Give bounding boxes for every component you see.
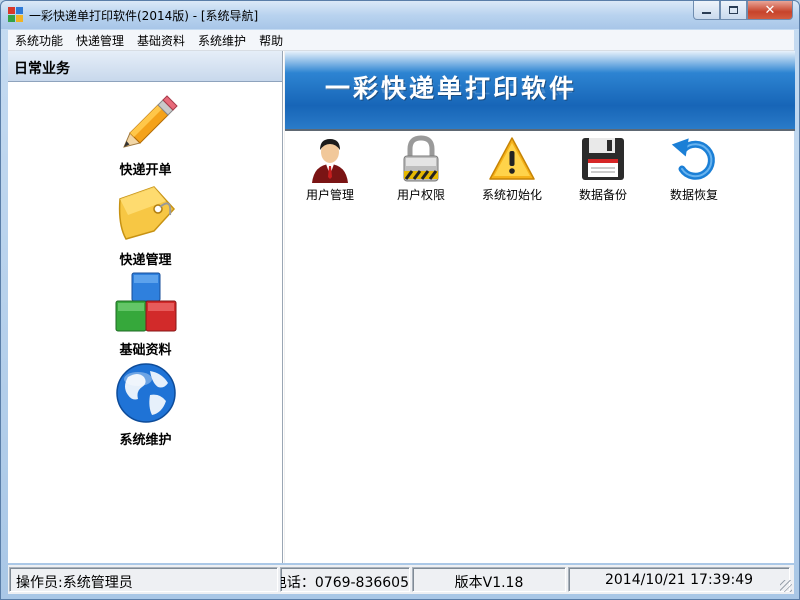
nav-item-label: 快递管理 (119, 253, 172, 268)
window-title: 一彩快递单打印软件(2014版) - [系统导航] (29, 9, 259, 23)
left-panel-header: 日常业务 (8, 51, 282, 82)
title-bar[interactable]: 一彩快递单打印软件(2014版) - [系统导航] ✕ (1, 1, 799, 29)
menu-bar: 系统功能 快递管理 基础资料 系统维护 帮助 (8, 30, 794, 51)
pencil-icon (123, 95, 178, 148)
status-bar: 操作员:系统管理员 电话：0769-836605 版本V1.18 2014/10… (8, 565, 794, 594)
menu-basic-data[interactable]: 基础资料 (130, 32, 191, 49)
tool-label: 数据恢复 (669, 188, 718, 202)
status-version: 版本V1.18 (412, 567, 566, 592)
menu-system-maintenance[interactable]: 系统维护 (191, 32, 252, 49)
close-button[interactable]: ✕ (747, 1, 793, 20)
warning-icon (489, 137, 535, 180)
minimize-button[interactable] (693, 1, 720, 20)
tool-label: 数据备份 (578, 188, 627, 202)
tool-label: 系统初始化 (481, 188, 542, 202)
left-nav-panel: 日常业务 快递开单 快递管理 基础资料 系统维护 (8, 51, 283, 563)
user-icon (312, 139, 348, 183)
minimize-icon (702, 12, 711, 14)
client-area: 日常业务 快递开单 快递管理 基础资料 系统维护 一彩快递单打印软件 一彩快递单… (8, 51, 795, 563)
maximize-button[interactable] (720, 1, 747, 20)
blocks-icon (115, 272, 177, 332)
tag-icon (118, 186, 176, 240)
nav-item-label: 快递开单 (119, 163, 172, 178)
menu-system-functions[interactable]: 系统功能 (8, 32, 69, 49)
app-window: 一彩快递单打印软件(2014版) - [系统导航] ✕ 系统功能 快递管理 基础… (0, 0, 800, 600)
resize-grip[interactable] (780, 580, 792, 592)
tool-label: 用户管理 (305, 188, 354, 202)
undo-arrow-icon (671, 138, 715, 180)
menu-help[interactable]: 帮助 (252, 32, 289, 49)
status-phone-text: 电话：0769-836605 (280, 575, 409, 591)
floppy-disk-icon (582, 138, 624, 180)
nav-item-label: 系统维护 (119, 433, 172, 448)
status-phone: 电话：0769-836605 (280, 567, 410, 592)
nav-item-label: 基础资料 (119, 343, 172, 358)
main-panel: 一彩快递单打印软件 一彩快递单打印软件 用户管理 用户权限 系统初始化 数据备份… (284, 51, 795, 563)
status-datetime: 2014/10/21 17:39:49 (568, 567, 790, 592)
app-logo-icon (8, 7, 24, 23)
tool-label: 用户权限 (396, 188, 445, 202)
close-icon: ✕ (764, 2, 776, 18)
menu-express-management[interactable]: 快递管理 (69, 32, 130, 49)
maximize-icon (729, 6, 738, 14)
banner: 一彩快递单打印软件 一彩快递单打印软件 (285, 51, 795, 131)
status-operator: 操作员:系统管理员 (9, 567, 278, 592)
lock-icon (403, 135, 439, 182)
globe-icon (116, 363, 176, 423)
banner-title-reflection: 一彩快递单打印软件 (325, 80, 578, 97)
